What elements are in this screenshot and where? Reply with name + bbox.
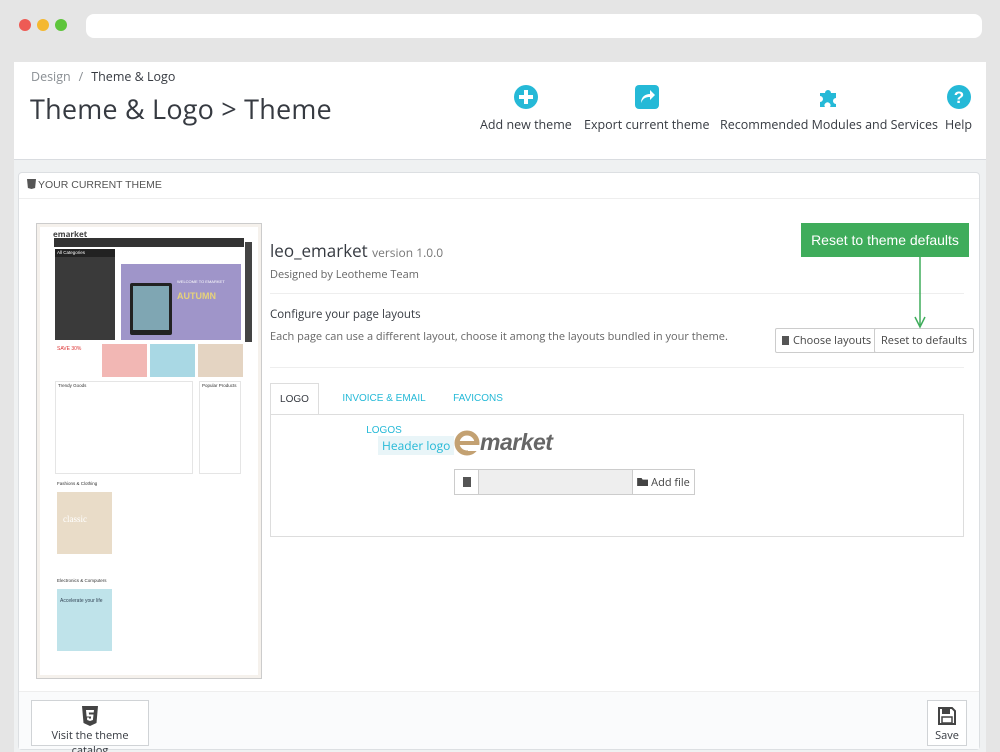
tab-favicons[interactable]: FAVICONS <box>450 383 506 415</box>
share-icon <box>634 85 659 109</box>
address-bar[interactable] <box>86 14 982 38</box>
html5-icon <box>82 706 98 726</box>
page-title: Theme & Logo > Theme <box>30 90 332 127</box>
file-icon <box>462 477 471 487</box>
choose-layouts-label: Choose layouts <box>793 333 872 348</box>
logo-tab-content: Header logo market Add file <box>270 414 964 537</box>
preview-section-4: Electronics & Computers <box>57 578 107 583</box>
tab-logo[interactable]: LOGO <box>270 383 319 415</box>
save-label: Save <box>935 728 959 743</box>
preview-classic: classic <box>63 514 87 524</box>
add-file-label: Add file <box>651 474 690 490</box>
breadcrumb-current: Theme & Logo <box>91 68 176 85</box>
divider <box>270 367 964 368</box>
file-name-field[interactable] <box>479 470 633 494</box>
annotation-arrow-icon <box>914 257 926 329</box>
emarket-logo: market <box>454 429 553 456</box>
html5-icon <box>27 179 36 189</box>
recommended-modules-button[interactable]: Recommended Modules and Services <box>720 84 938 133</box>
export-theme-label: Export current theme <box>584 116 710 133</box>
emarket-logo-text: market <box>480 429 553 455</box>
minimize-window-icon[interactable] <box>37 19 49 31</box>
maximize-window-icon[interactable] <box>55 19 67 31</box>
current-theme-panel: YOUR CURRENT THEME emarket All Categorie… <box>18 172 980 752</box>
visit-theme-catalog-button[interactable]: Visit the theme catalog <box>31 700 149 752</box>
panel-heading: YOUR CURRENT THEME <box>19 173 979 199</box>
help-button[interactable]: ? Help <box>945 84 972 133</box>
file-type-icon-box <box>455 470 479 494</box>
panel-heading-label: YOUR CURRENT THEME <box>38 179 162 191</box>
preview-tablet-text: Accelerate your life <box>60 598 103 604</box>
tab-invoice-email-logos[interactable]: INVOICE & EMAIL LOGOS <box>325 383 443 436</box>
logo-file-input[interactable]: Add file <box>454 469 695 495</box>
theme-name-text: leo_emarket <box>270 239 368 262</box>
choose-layouts-button[interactable]: Choose layouts <box>775 328 879 353</box>
breadcrumb-design-link[interactable]: Design <box>31 68 71 85</box>
close-window-icon[interactable] <box>19 19 31 31</box>
question-circle-icon: ? <box>946 85 971 109</box>
preview-banner-big: AUTUMN <box>177 291 216 301</box>
folder-open-icon <box>637 478 649 486</box>
theme-preview-screenshot: emarket All Categories WELCOME TO EMARKE… <box>36 223 262 679</box>
recommended-modules-label: Recommended Modules and Services <box>720 116 938 133</box>
help-label: Help <box>945 116 973 133</box>
breadcrumb: Design / Theme & Logo <box>31 68 175 85</box>
add-new-theme-button[interactable]: Add new theme <box>480 84 572 133</box>
layouts-description: Each page can use a different layout, ch… <box>270 329 728 344</box>
preview-section-2: Popular Products <box>202 383 237 388</box>
header-logo-label: Header logo <box>378 436 455 455</box>
svg-text:?: ? <box>953 88 963 107</box>
panel-footer: Visit the theme catalog Save <box>19 691 979 752</box>
theme-name: leo_emarket version 1.0.0 <box>270 239 443 262</box>
add-file-button[interactable]: Add file <box>633 470 694 494</box>
divider <box>270 293 964 294</box>
puzzle-icon <box>819 90 836 107</box>
save-button[interactable]: Save <box>927 700 967 746</box>
page-header: Design / Theme & Logo Theme & Logo > Theme… <box>14 62 986 160</box>
browser-chrome <box>0 0 1000 52</box>
reset-to-defaults-button[interactable]: Reset to defaults <box>874 328 974 353</box>
floppy-disk-icon <box>938 707 956 725</box>
theme-designer: Designed by Leotheme Team <box>270 267 419 282</box>
add-new-theme-label: Add new theme <box>480 116 572 133</box>
export-theme-button[interactable]: Export current theme <box>584 84 709 133</box>
theme-version: version 1.0.0 <box>372 244 444 261</box>
preview-section-3: Fashions & Clothing <box>57 481 98 486</box>
preview-sale: SAVE 30% <box>57 346 82 352</box>
breadcrumb-separator: / <box>78 68 84 85</box>
preview-section-1: Trendy Goods <box>58 383 87 388</box>
emarket-logo-mark <box>454 430 480 455</box>
reset-to-defaults-label: Reset to defaults <box>881 333 967 348</box>
layouts-title: Configure your page layouts <box>270 307 421 322</box>
file-icon <box>782 336 789 345</box>
reset-annotation-callout: Reset to theme defaults <box>801 223 969 257</box>
preview-categories: All Categories <box>55 249 115 257</box>
visit-theme-catalog-label: Visit the theme catalog <box>51 728 129 752</box>
admin-page: Design / Theme & Logo Theme & Logo > Theme… <box>14 62 986 752</box>
preview-banner-small: WELCOME TO EMARKET <box>177 279 225 284</box>
plus-circle-icon <box>513 85 538 109</box>
